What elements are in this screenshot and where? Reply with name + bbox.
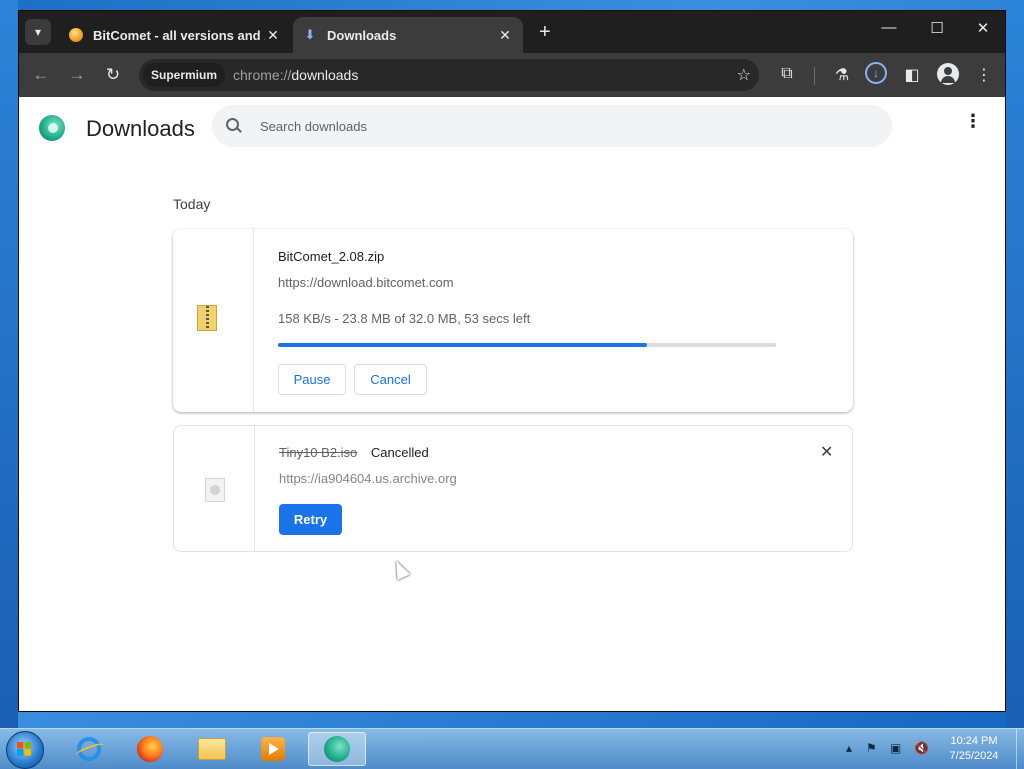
toolbar-separator: [814, 67, 815, 85]
taskbar-media-player[interactable]: [246, 732, 300, 766]
taskbar-supermium[interactable]: [308, 732, 366, 766]
bookmark-star-icon[interactable]: ☆: [737, 65, 751, 85]
date-heading: Today: [173, 196, 211, 212]
firefox-icon: [137, 736, 163, 762]
search-input[interactable]: [258, 117, 862, 135]
show-desktop-button[interactable]: [1016, 729, 1024, 769]
volume-muted-icon[interactable]: 🔇: [914, 741, 929, 755]
search-icon: [226, 118, 242, 134]
taskbar-ie[interactable]: [62, 732, 116, 766]
close-tab-icon[interactable]: ✕: [497, 27, 513, 44]
action-center-flag-icon[interactable]: ⚑: [866, 741, 877, 755]
taskbar-firefox[interactable]: [123, 732, 177, 766]
search-box[interactable]: [212, 105, 892, 147]
url-scheme: chrome://: [233, 67, 292, 83]
download-filename[interactable]: Tiny10 B2.iso: [279, 445, 357, 460]
downloads-page: Downloads ⋮ Today BitComet_2.08.zip http…: [19, 97, 1005, 711]
start-button[interactable]: [6, 731, 44, 769]
profile-chip[interactable]: Supermium: [143, 63, 226, 87]
file-icon-column: [173, 229, 254, 412]
clock-date: 7/25/2024: [949, 750, 999, 762]
cancel-button[interactable]: Cancel: [354, 364, 427, 395]
internet-explorer-icon: [77, 737, 101, 761]
tab-downloads[interactable]: ⬇ Downloads ✕: [293, 17, 523, 53]
desktop-right-edge: [1006, 0, 1024, 728]
browser-window: ▾ BitComet - all versions and zip ✕ ⬇ Do…: [18, 10, 1006, 712]
close-tab-icon[interactable]: ✕: [265, 27, 281, 44]
tab-bitcomet[interactable]: BitComet - all versions and zip ✕: [59, 17, 291, 53]
download-indicator-icon[interactable]: ↓: [865, 62, 887, 84]
download-progress-fill: [278, 343, 647, 347]
download-filename[interactable]: BitComet_2.08.zip: [278, 249, 384, 264]
extensions-puzzle-icon[interactable]: ⧉: [776, 65, 798, 83]
media-player-icon: [261, 737, 285, 761]
download-item: BitComet_2.08.zip https://download.bitco…: [173, 229, 853, 412]
retry-button[interactable]: Retry: [279, 504, 342, 535]
taskbar: ▴ ⚑ ▣ 🔇 10:24 PM 7/25/2024: [0, 728, 1024, 769]
forward-arrow-icon[interactable]: →: [66, 65, 88, 85]
system-clock[interactable]: 10:24 PM 7/25/2024: [936, 734, 1012, 764]
download-favicon-icon: ⬇: [304, 27, 316, 42]
page-menu-icon[interactable]: ⋮: [963, 112, 983, 130]
labs-flask-icon[interactable]: ⚗: [831, 65, 853, 85]
pause-button[interactable]: Pause: [278, 364, 346, 395]
chevron-down-icon: ▾: [34, 25, 42, 39]
clock-time: 10:24 PM: [950, 735, 998, 747]
url-text[interactable]: chrome://downloads: [233, 67, 358, 83]
reload-icon[interactable]: ↻: [102, 65, 124, 85]
download-filename-row: Tiny10 B2.iso Cancelled: [279, 445, 429, 460]
tab-title: Downloads: [327, 27, 397, 43]
download-source-url[interactable]: https://ia904604.us.archive.org: [279, 471, 457, 486]
file-icon-column: [174, 426, 255, 551]
browser-toolbar: ← → ↻ Supermium chrome://downloads ☆ ⧉ ⚗…: [19, 53, 1005, 97]
page-title: Downloads: [86, 116, 195, 141]
back-arrow-icon[interactable]: ←: [30, 65, 52, 85]
zip-file-icon: [197, 305, 217, 331]
supermium-logo-icon: [39, 115, 65, 141]
url-path: downloads: [291, 67, 359, 83]
tab-bar: ▾ BitComet - all versions and zip ✕ ⬇ Do…: [19, 11, 1005, 53]
tray-expand-icon[interactable]: ▴: [846, 741, 852, 755]
address-bar[interactable]: Supermium chrome://downloads ☆: [139, 59, 759, 91]
iso-file-icon: [205, 478, 225, 502]
side-panel-icon[interactable]: ◧: [901, 65, 923, 85]
new-tab-button[interactable]: +: [539, 22, 551, 42]
network-icon[interactable]: ▣: [890, 741, 901, 755]
download-progress-bar: [278, 343, 776, 347]
maximize-button[interactable]: ☐: [923, 19, 951, 37]
download-item: Tiny10 B2.iso Cancelled https://ia904604…: [173, 425, 853, 552]
menu-kebab-icon[interactable]: ⋮: [973, 65, 995, 85]
folder-icon: [198, 738, 226, 760]
profile-avatar-icon[interactable]: [937, 63, 959, 85]
download-source-url[interactable]: https://download.bitcomet.com: [278, 275, 454, 290]
download-state-label: Cancelled: [370, 445, 429, 460]
tab-search-button[interactable]: ▾: [25, 19, 51, 45]
tab-title: BitComet - all versions and zip: [93, 27, 265, 43]
bitcomet-favicon-icon: [69, 28, 83, 42]
desktop-left-edge: [0, 0, 18, 728]
taskbar-explorer[interactable]: [185, 732, 239, 766]
close-window-button[interactable]: ✕: [969, 19, 997, 37]
supermium-icon: [324, 736, 350, 762]
minimize-button[interactable]: —: [875, 19, 903, 36]
download-status: 158 KB/s - 23.8 MB of 32.0 MB, 53 secs l…: [278, 311, 531, 326]
remove-from-list-icon[interactable]: ✕: [820, 442, 833, 462]
